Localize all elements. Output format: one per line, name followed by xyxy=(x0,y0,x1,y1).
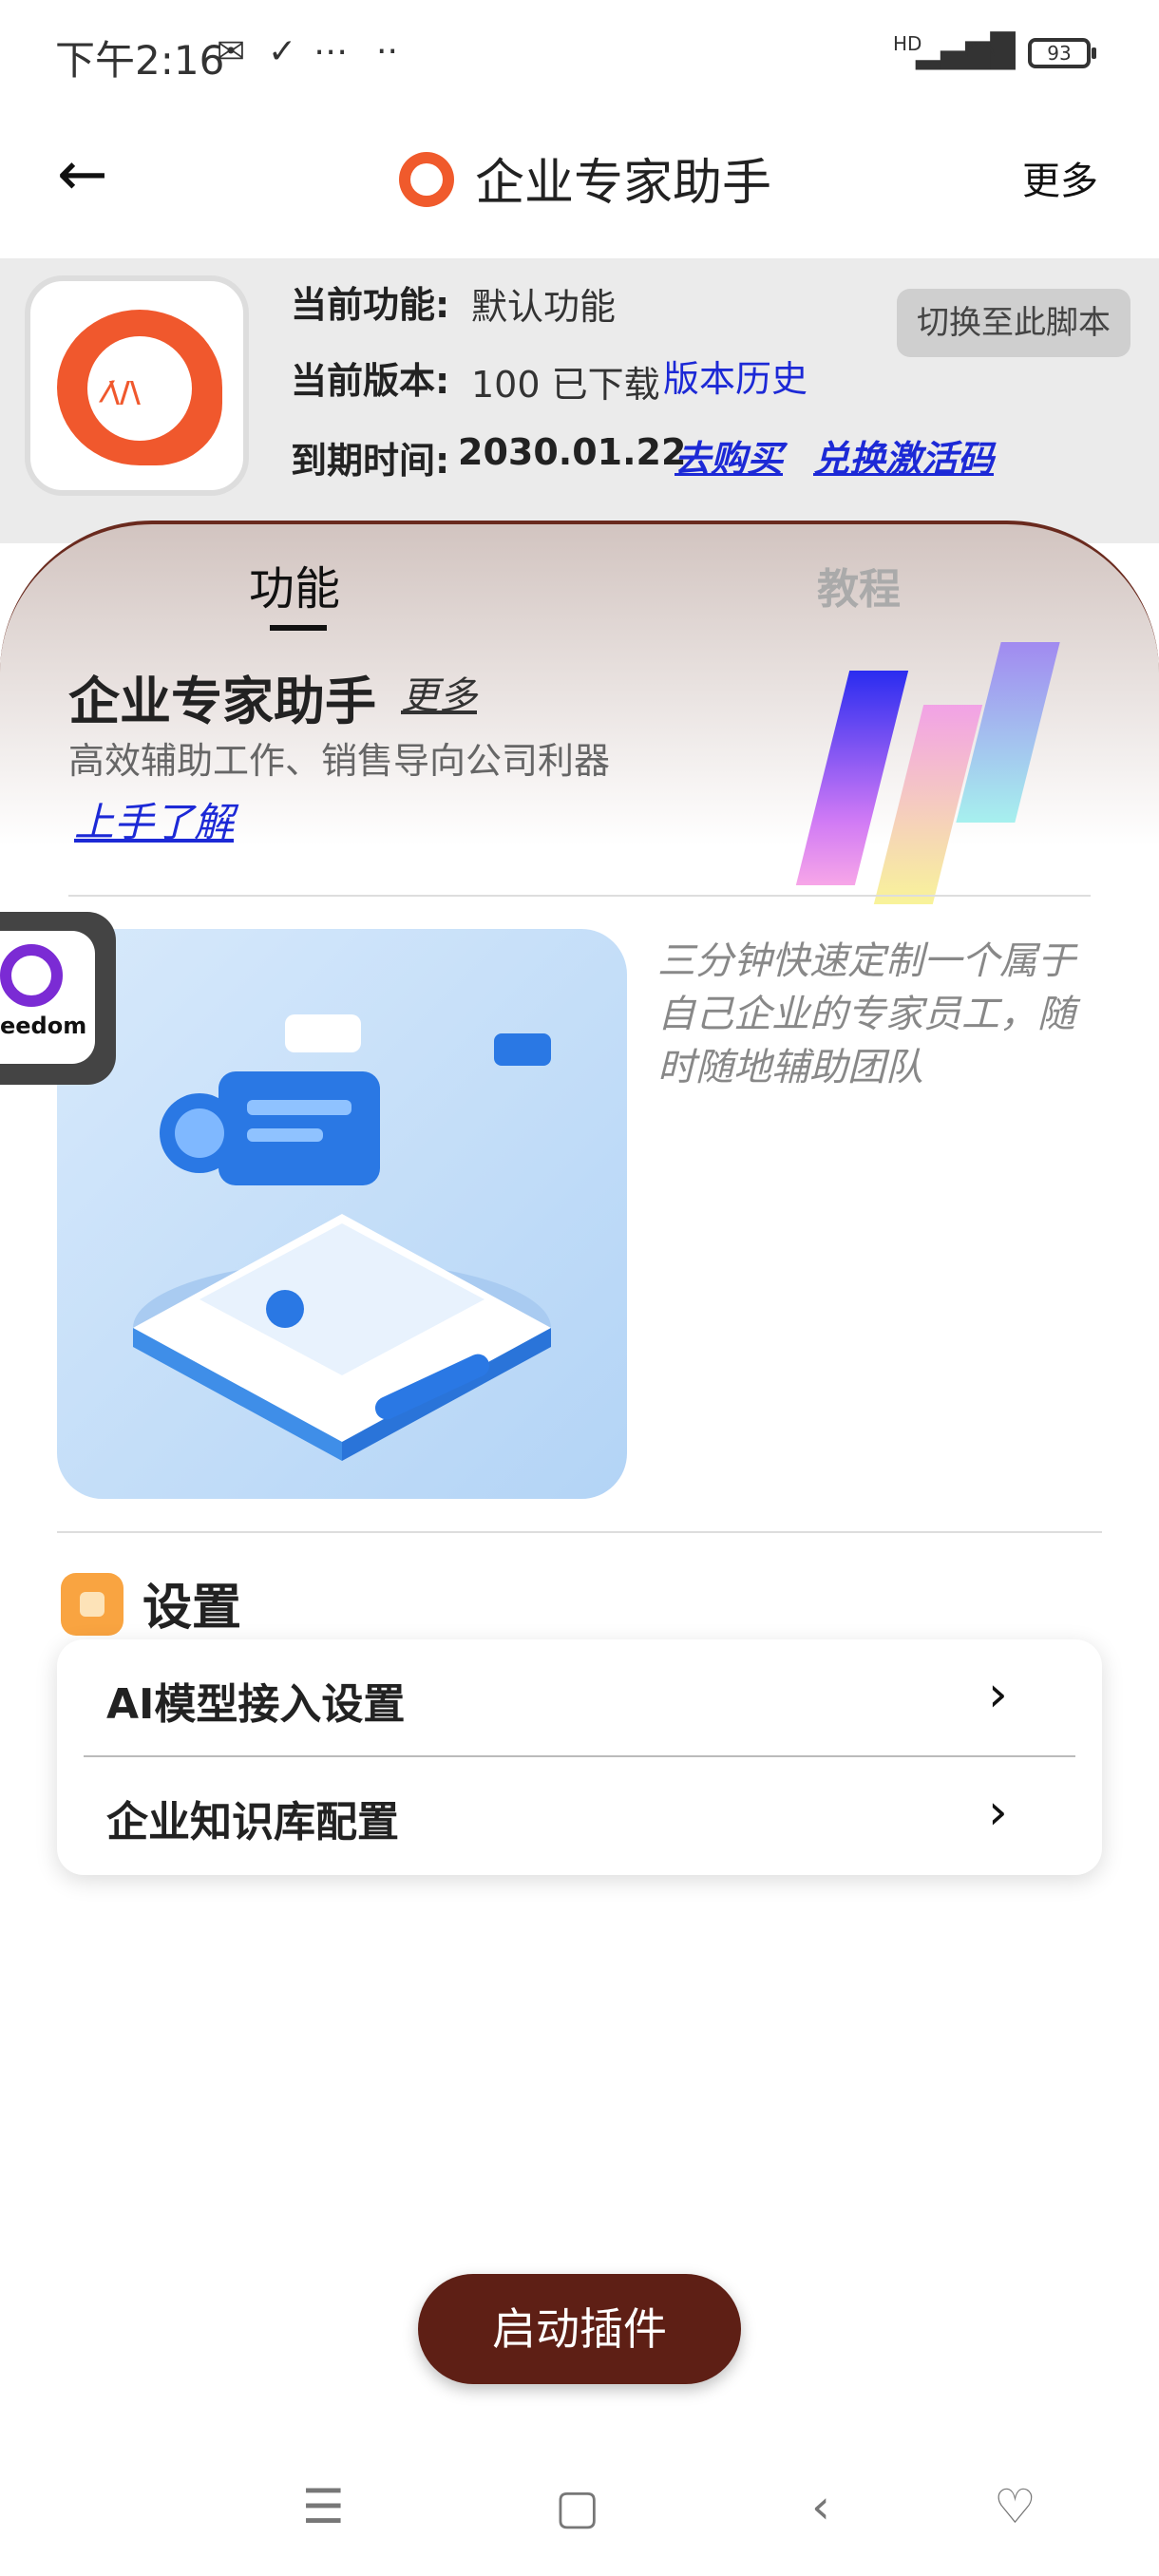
home-icon[interactable]: ▢ xyxy=(555,2479,599,2534)
version-label: 当前版本: xyxy=(291,360,450,402)
settings-item-knowledge-base[interactable]: 企业知识库配置 › xyxy=(57,1757,1102,1875)
chevron-right-icon: › xyxy=(988,1784,1008,1841)
feature-illustration xyxy=(57,929,627,1499)
switch-script-button[interactable]: 切换至此脚本 xyxy=(897,289,1130,357)
version-value: 100 已下载 xyxy=(471,364,660,406)
settings-list: AI模型接入设置 › 企业知识库配置 › xyxy=(57,1639,1102,1875)
tab-tutorial[interactable]: 教程 xyxy=(817,555,901,616)
floating-badge-text: eedom xyxy=(0,1013,87,1039)
page-title: 企业专家助手 xyxy=(475,155,772,212)
feature-label: 当前功能: xyxy=(291,284,450,326)
v-icon: ✓ xyxy=(268,32,297,71)
back-icon[interactable]: ‹ xyxy=(811,2479,830,2534)
assistant-icon[interactable]: ♡ xyxy=(994,2479,1036,2534)
tab-indicator xyxy=(270,625,327,631)
back-arrow-icon[interactable]: ← xyxy=(57,144,108,205)
buy-link[interactable]: 去购买 xyxy=(674,429,783,482)
divider xyxy=(57,1531,1102,1533)
dots-icon: ·· xyxy=(376,32,398,71)
status-time: 下午2:16 xyxy=(55,37,225,84)
settings-title: 设置 xyxy=(142,1580,242,1637)
wechat-icon: ✉ xyxy=(217,32,246,71)
settings-item-ai-model[interactable]: AI模型接入设置 › xyxy=(57,1639,1102,1757)
settings-item-label: AI模型接入设置 xyxy=(106,1680,406,1729)
floating-freedom-badge[interactable]: eedom xyxy=(0,912,116,1085)
divider xyxy=(68,895,1091,897)
settings-icon xyxy=(61,1573,124,1636)
app-icon: ⁄\/\ xyxy=(25,275,249,496)
menu-icon[interactable]: ☰ xyxy=(302,2479,345,2534)
feature-subtitle: 高效辅助工作、销售导向公司利器 xyxy=(68,740,611,782)
feature-description: 三分钟快速定制一个属于自己企业的专家员工，随时随地辅助团队 xyxy=(657,939,1075,1089)
settings-item-label: 企业知识库配置 xyxy=(106,1798,399,1847)
tab-function[interactable]: 功能 xyxy=(249,551,340,617)
status-bar: 下午2:16 ✉ ✓ ⋯ ·· HD ▂▄▆█ ◠ 93 xyxy=(0,0,1159,106)
battery-icon: 93 xyxy=(1028,38,1096,68)
more-button[interactable]: 更多 xyxy=(1022,150,1098,205)
chevron-right-icon: › xyxy=(988,1666,1008,1723)
feature-title: 企业专家助手 xyxy=(68,672,376,731)
brand-stripes-decoration xyxy=(795,642,1102,918)
version-history-link[interactable]: 版本历史 xyxy=(663,350,808,402)
expire-value: 2030.01.22 xyxy=(458,431,687,473)
start-plugin-button[interactable]: 启动插件 xyxy=(418,2274,741,2384)
wifi-icon: ◠ xyxy=(963,32,997,76)
share-icon: ⋯ xyxy=(314,32,348,71)
app-logo-icon xyxy=(399,152,454,207)
feature-more-link[interactable]: 更多 xyxy=(401,665,477,720)
redeem-code-link[interactable]: 兑换激活码 xyxy=(813,429,994,482)
feature-value: 默认功能 xyxy=(471,286,617,328)
learn-more-link[interactable]: 上手了解 xyxy=(74,790,234,848)
expire-label: 到期时间: xyxy=(291,440,450,482)
